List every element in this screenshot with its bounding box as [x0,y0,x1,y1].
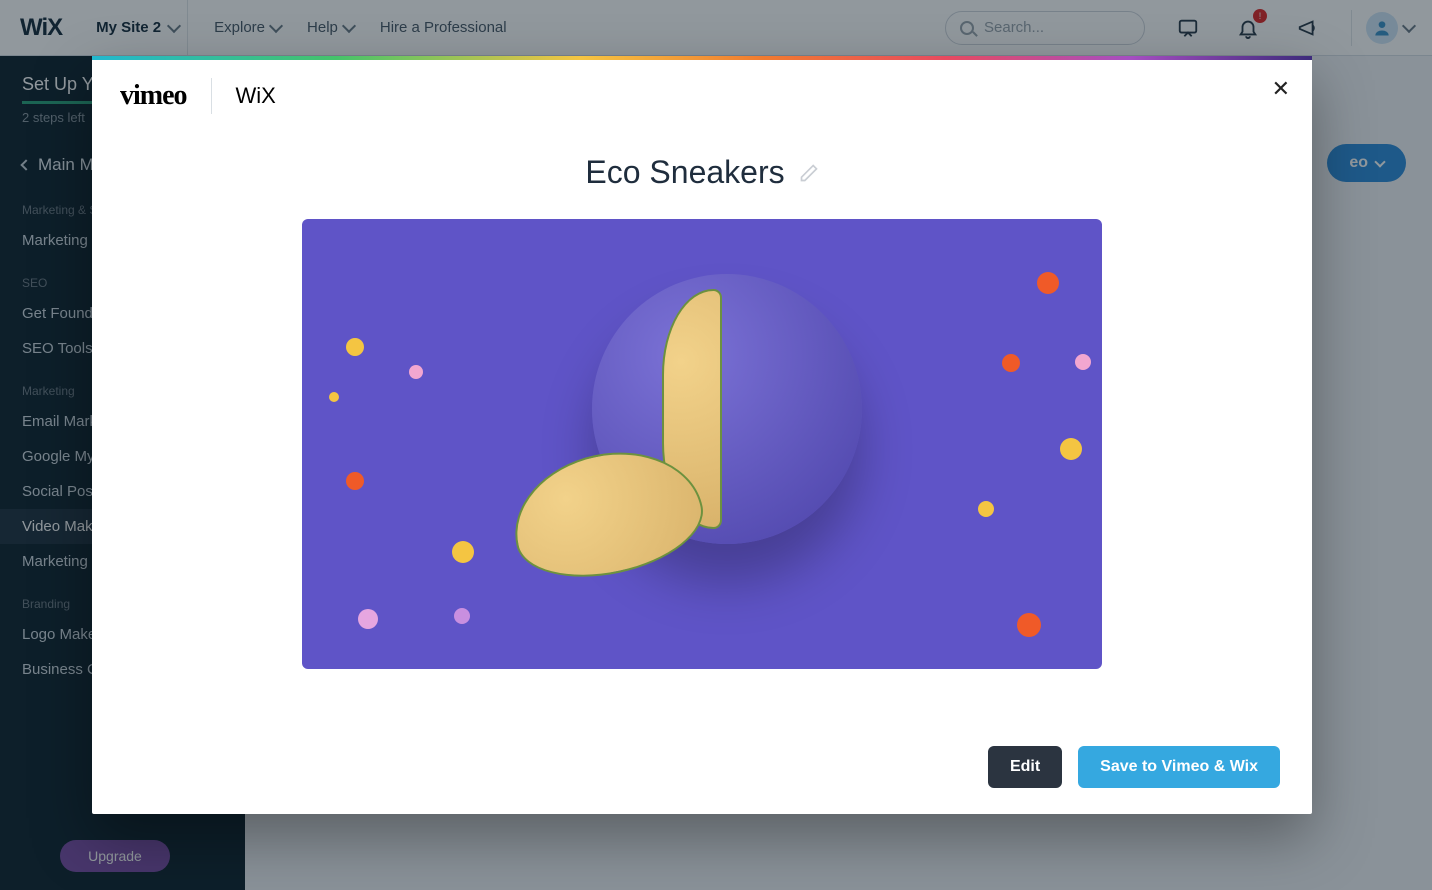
pencil-icon[interactable] [799,163,819,183]
brand-separator [211,78,212,114]
decorative-dot [358,609,378,629]
decorative-dot [1037,272,1059,294]
video-preview[interactable] [302,219,1102,669]
decorative-dot [346,472,364,490]
video-title: Eco Sneakers [585,154,784,191]
modal-footer: Edit Save to Vimeo & Wix [92,724,1312,814]
decorative-dot [346,338,364,356]
wix-logo-modal: WiX [236,83,276,109]
decorative-dot [454,608,470,624]
decorative-dot [1017,613,1041,637]
decorative-dot [1075,354,1091,370]
video-editor-modal: vimeo WiX ✕ Eco Sneakers Edit Save to Vi… [92,56,1312,814]
save-button[interactable]: Save to Vimeo & Wix [1078,746,1280,788]
vimeo-logo: vimeo [120,80,187,112]
decorative-dot [452,541,474,563]
decorative-dot [1060,438,1082,460]
decorative-dot [1002,354,1020,372]
decorative-dot [978,501,994,517]
title-row: Eco Sneakers [92,114,1312,219]
decorative-dot [409,365,423,379]
preview-wrap [92,219,1312,724]
close-icon[interactable]: ✕ [1272,78,1290,100]
modal-header: vimeo WiX ✕ [92,60,1312,114]
edit-button[interactable]: Edit [988,746,1062,788]
decorative-dot [329,392,339,402]
